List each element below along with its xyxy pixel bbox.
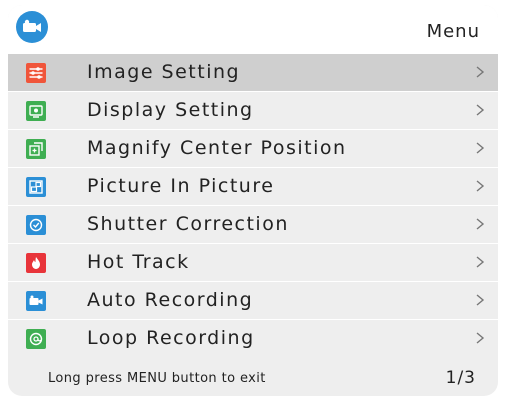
menu-item-label: Hot Track <box>87 251 190 273</box>
menu-item-label: Picture In Picture <box>87 175 275 197</box>
menu-panel: Menu Image Setting Display Setting Magni… <box>8 5 498 396</box>
display-icon <box>26 101 46 121</box>
video-icon <box>26 291 46 311</box>
page-indicator: 1/3 <box>445 368 476 388</box>
chevron-right-icon <box>476 142 485 154</box>
menu-item-picture-in-picture[interactable]: Picture In Picture <box>8 167 498 205</box>
menu-title: Menu <box>426 21 480 42</box>
flame-icon <box>26 253 46 273</box>
menu-item-loop-recording[interactable]: Loop Recording <box>8 319 498 357</box>
menu-item-auto-recording[interactable]: Auto Recording <box>8 281 498 319</box>
menu-item-display-setting[interactable]: Display Setting <box>8 91 498 129</box>
menu-footer: Long press MENU button to exit 1/3 <box>8 358 498 396</box>
chevron-right-icon <box>476 332 485 344</box>
shutter-icon <box>26 215 46 235</box>
chevron-right-icon <box>476 218 485 230</box>
menu-item-label: Magnify Center Position <box>87 137 347 159</box>
magnify-icon <box>26 139 46 159</box>
menu-item-label: Shutter Correction <box>87 213 289 235</box>
menu-item-label: Auto Recording <box>87 289 254 311</box>
camera-icon <box>16 11 48 43</box>
menu-item-label: Loop Recording <box>87 327 255 349</box>
loop-icon <box>26 329 46 349</box>
chevron-right-icon <box>476 180 485 192</box>
menu-item-image-setting[interactable]: Image Setting <box>8 53 498 91</box>
chevron-right-icon <box>476 66 485 78</box>
menu-item-hot-track[interactable]: Hot Track <box>8 243 498 281</box>
menu-item-shutter-correction[interactable]: Shutter Correction <box>8 205 498 243</box>
chevron-right-icon <box>476 104 485 116</box>
pip-icon <box>26 177 46 197</box>
chevron-right-icon <box>476 256 485 268</box>
menu-item-magnify-center-position[interactable]: Magnify Center Position <box>8 129 498 167</box>
menu-item-label: Display Setting <box>87 99 254 121</box>
sliders-icon <box>26 63 46 83</box>
menu-item-label: Image Setting <box>87 61 241 83</box>
exit-hint: Long press MENU button to exit <box>48 371 266 386</box>
menu-header: Menu <box>8 5 498 53</box>
chevron-right-icon <box>476 294 485 306</box>
